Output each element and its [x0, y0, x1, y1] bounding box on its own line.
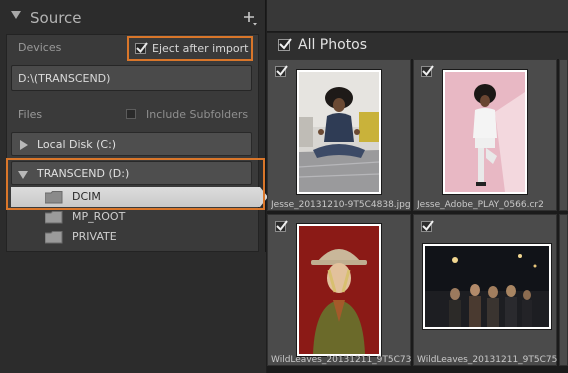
folder-icon [44, 211, 63, 227]
photo-checkbox[interactable] [421, 220, 434, 232]
eject-after-import-label: Eject after import [152, 42, 249, 55]
drive-label: TRANSCEND (D:) [37, 167, 130, 180]
folder-private[interactable]: PRIVATE [11, 227, 252, 247]
drive-label: Local Disk (C:) [37, 138, 117, 151]
photo-grid: Jesse_20131210-9T5C4838.jpg Jesse_Adobe_… [267, 59, 568, 373]
folder-icon [44, 191, 63, 207]
photo-checkbox[interactable] [275, 220, 288, 232]
source-title: Source [30, 9, 82, 27]
top-toolbar-strip [267, 0, 568, 32]
device-path-value: D:\(TRANSCEND) [18, 72, 111, 85]
photo-cell[interactable]: WildLeaves_20131211_9T5C734... [267, 214, 411, 366]
checkbox[interactable] [135, 42, 148, 54]
folder-icon [44, 231, 63, 247]
devices-label: Devices [18, 41, 62, 54]
photo-filename: WildLeaves_20131211_9T5C734... [271, 355, 411, 365]
folder-label: PRIVATE [72, 230, 117, 243]
collapse-arrow-icon[interactable] [18, 171, 28, 179]
photo-checkbox[interactable] [421, 65, 434, 77]
photo-cell-partial [559, 59, 568, 211]
photo-filename: Jesse_20131210-9T5C4838.jpg [271, 200, 411, 210]
source-panel: Source Devices Eject after import D:\(TR… [0, 0, 268, 373]
files-label: Files [18, 108, 43, 121]
photo-cell[interactable]: Jesse_20131210-9T5C4838.jpg [267, 59, 411, 211]
drive-local-disk[interactable]: Local Disk (C:) [11, 132, 252, 156]
photo-cell[interactable]: WildLeaves_20131211_9T5C751... [413, 214, 557, 366]
folder-label: MP_ROOT [72, 210, 126, 223]
all-photos-label: All Photos [298, 37, 368, 53]
folder-dcim[interactable]: DCIM [11, 187, 268, 207]
add-source-icon[interactable] [241, 9, 259, 27]
photo-thumbnail[interactable] [296, 69, 382, 195]
photo-checkbox[interactable] [275, 65, 288, 77]
expand-arrow-icon[interactable] [20, 140, 28, 150]
drive-transcend[interactable]: TRANSCEND (D:) [11, 161, 252, 185]
source-panel-empty-area [0, 252, 266, 373]
photo-thumbnail[interactable] [296, 223, 382, 357]
eject-after-import-checkbox[interactable]: Eject after import [127, 36, 253, 61]
source-header[interactable]: Source [0, 0, 266, 34]
photo-filename: WildLeaves_20131211_9T5C751... [417, 355, 557, 365]
device-path-field[interactable]: D:\(TRANSCEND) [11, 65, 252, 91]
include-subfolders-label: Include Subfolders [146, 108, 249, 121]
photo-cell[interactable]: Jesse_Adobe_PLAY_0566.cr2 [413, 59, 557, 211]
photo-thumbnail[interactable] [422, 243, 552, 330]
folder-label: DCIM [72, 190, 101, 203]
folder-mp-root[interactable]: MP_ROOT [11, 207, 252, 227]
collapse-triangle-icon[interactable] [11, 11, 21, 19]
photo-thumbnail[interactable] [442, 69, 528, 195]
photo-cell-partial [559, 214, 568, 366]
select-all-checkbox[interactable] [278, 38, 292, 51]
all-photos-header[interactable]: All Photos [267, 33, 568, 59]
checkbox[interactable] [126, 109, 136, 119]
photo-filename: Jesse_Adobe_PLAY_0566.cr2 [417, 200, 544, 210]
